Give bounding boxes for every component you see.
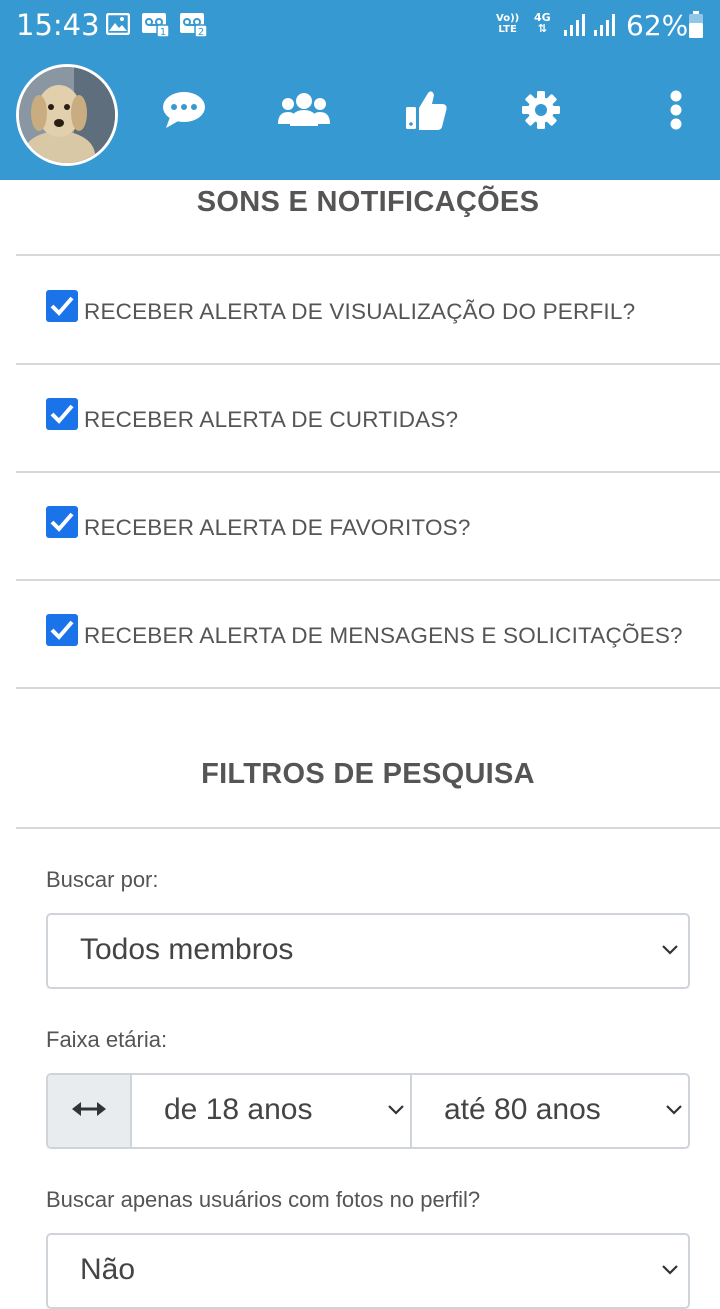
chevron-down-icon xyxy=(660,943,680,962)
notifications-title: SONS E NOTIFICAÇÕES xyxy=(196,186,540,218)
chat-icon xyxy=(162,91,206,134)
signal-icon-1 xyxy=(562,12,588,43)
divider xyxy=(16,363,720,365)
signal-icon-2 xyxy=(592,12,618,43)
chat-button[interactable] xyxy=(158,90,210,134)
gear-icon xyxy=(521,90,561,135)
chevron-down-icon xyxy=(386,1103,406,1122)
divider xyxy=(16,471,720,473)
divider xyxy=(16,579,720,581)
divider xyxy=(16,687,720,689)
likes-button[interactable] xyxy=(400,90,452,134)
voicemail-2-icon: 2 xyxy=(180,13,208,42)
check-icon xyxy=(50,296,74,316)
alert-favorites-checkbox[interactable] xyxy=(46,506,78,538)
status-time: 15:43 xyxy=(16,8,100,42)
alert-profile-views-checkbox[interactable] xyxy=(46,290,78,322)
alert-messages-row[interactable]: RECEBER ALERTA DE MENSAGENS E SOLICITAÇÕ… xyxy=(46,612,683,648)
check-icon xyxy=(50,404,74,424)
chevron-down-icon xyxy=(664,1103,684,1122)
search-by-select[interactable]: Todos membros xyxy=(46,913,690,989)
avatar[interactable] xyxy=(16,64,118,166)
arrows-horizontal-icon xyxy=(72,1101,106,1122)
age-range-addon xyxy=(48,1075,132,1147)
photo-filter-select[interactable]: Não xyxy=(46,1233,690,1309)
settings-button[interactable] xyxy=(515,90,567,134)
age-to-select[interactable]: até 80 anos xyxy=(412,1075,688,1147)
age-to-value: até 80 anos xyxy=(444,1093,601,1126)
status-bar: 15:43 1 2 Vo)) LTE 4G ⇅ 62% xyxy=(0,0,720,50)
alert-likes-row[interactable]: RECEBER ALERTA DE CURTIDAS? xyxy=(46,396,458,432)
age-from-select[interactable]: de 18 anos xyxy=(132,1075,412,1147)
alert-likes-checkbox[interactable] xyxy=(46,398,78,430)
photo-filter-label: Buscar apenas usuários com fotos no perf… xyxy=(46,1187,481,1212)
alert-likes-label: RECEBER ALERTA DE CURTIDAS? xyxy=(84,407,459,432)
alert-profile-views-label: RECEBER ALERTA DE VISUALIZAÇÃO DO PERFIL… xyxy=(84,299,636,324)
alert-messages-checkbox[interactable] xyxy=(46,614,78,646)
users-icon xyxy=(278,92,330,133)
thumbs-up-icon xyxy=(404,89,448,136)
age-from-value: de 18 anos xyxy=(164,1093,313,1126)
alert-favorites-label: RECEBER ALERTA DE FAVORITOS? xyxy=(84,515,471,540)
divider xyxy=(16,827,720,829)
check-icon xyxy=(50,620,74,640)
image-icon xyxy=(105,12,131,40)
alert-messages-label: RECEBER ALERTA DE MENSAGENS E SOLICITAÇÕ… xyxy=(84,623,683,648)
network-type: 4G ⇅ xyxy=(534,11,551,35)
users-button[interactable] xyxy=(278,90,330,134)
age-range-group: de 18 anos até 80 anos xyxy=(46,1073,690,1149)
voicemail-1-icon: 1 xyxy=(142,13,170,42)
more-button[interactable] xyxy=(650,90,702,134)
battery-icon xyxy=(688,11,704,44)
volte-indicator: Vo)) LTE xyxy=(496,13,520,35)
svg-text:1: 1 xyxy=(160,27,166,37)
age-range-label: Faixa etária: xyxy=(46,1027,168,1052)
photo-filter-value: Não xyxy=(80,1253,136,1286)
search-by-value: Todos membros xyxy=(80,933,294,966)
alert-favorites-row[interactable]: RECEBER ALERTA DE FAVORITOS? xyxy=(46,504,471,540)
filters-title: FILTROS DE PESQUISA xyxy=(201,758,535,790)
divider xyxy=(16,254,720,256)
alert-profile-views-row[interactable]: RECEBER ALERTA DE VISUALIZAÇÃO DO PERFIL… xyxy=(46,288,635,324)
search-by-label: Buscar por: xyxy=(46,867,159,892)
svg-text:2: 2 xyxy=(198,27,204,37)
chevron-down-icon xyxy=(660,1263,680,1282)
check-icon xyxy=(50,512,74,532)
more-vertical-icon xyxy=(669,90,683,135)
battery-percent: 62% xyxy=(626,9,689,42)
app-header xyxy=(0,50,720,180)
